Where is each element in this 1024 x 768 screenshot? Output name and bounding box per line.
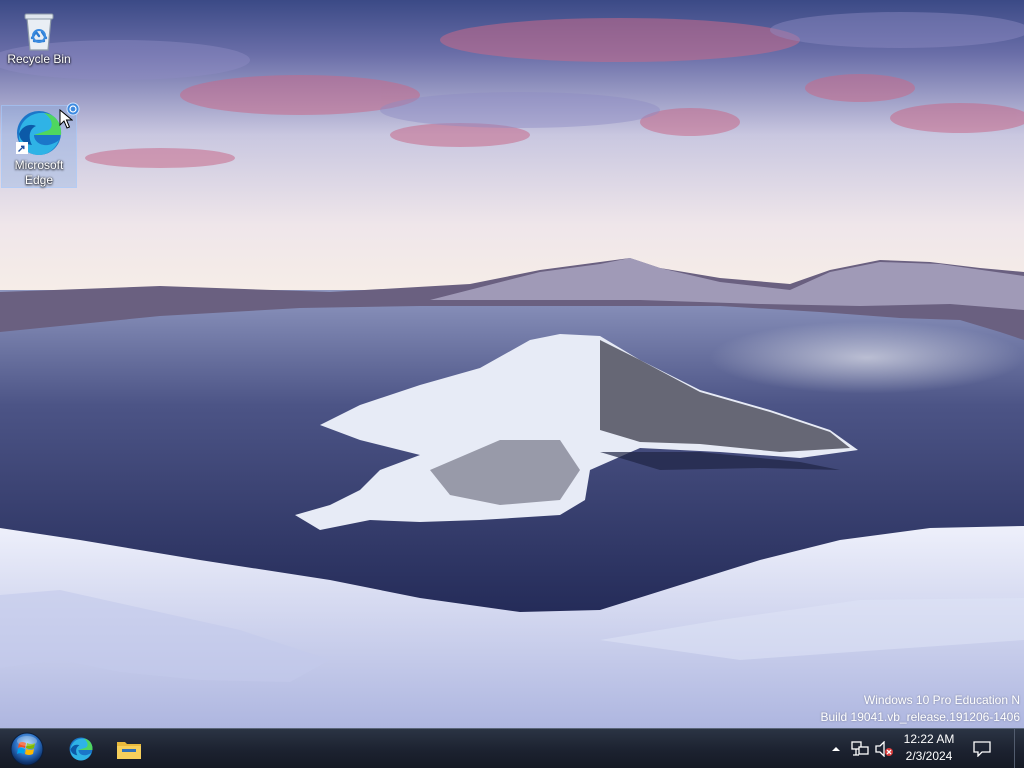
desktop-icon-label: Recycle Bin bbox=[7, 52, 71, 66]
taskbar: 12:22 AM 2/3/2024 bbox=[0, 728, 1024, 768]
show-desktop-button[interactable] bbox=[1014, 729, 1024, 768]
action-center-button[interactable] bbox=[968, 729, 996, 768]
edge-icon bbox=[16, 111, 62, 155]
network-icon bbox=[851, 740, 869, 756]
volume-muted-icon bbox=[875, 740, 893, 757]
desktop-wallpaper bbox=[0, 0, 1024, 728]
clock-date: 2/3/2024 bbox=[905, 749, 953, 763]
taskbar-file-explorer-button[interactable] bbox=[106, 729, 152, 768]
taskbar-edge-button[interactable] bbox=[58, 729, 104, 768]
taskbar-clock[interactable]: 12:22 AM 2/3/2024 bbox=[896, 731, 962, 765]
edition-text: Windows 10 Pro Education N bbox=[863, 693, 1020, 707]
windows-start-orb-icon bbox=[10, 732, 44, 765]
clock-time: 12:22 AM bbox=[903, 732, 955, 746]
volume-tray-button[interactable] bbox=[873, 729, 895, 768]
mouse-pointer-icon bbox=[59, 109, 73, 129]
action-center-icon bbox=[973, 740, 991, 757]
recycle-bin-icon bbox=[24, 13, 54, 51]
windows-version-watermark: Windows 10 Pro Education N Build 19041.v… bbox=[821, 692, 1021, 726]
network-tray-button[interactable] bbox=[849, 729, 871, 768]
file-explorer-icon bbox=[117, 741, 141, 759]
desktop-icon-label: Microsoft Edge bbox=[14, 158, 64, 187]
start-button[interactable] bbox=[4, 729, 50, 768]
show-hidden-icons-chevron-icon bbox=[832, 746, 840, 751]
show-hidden-icons-button[interactable] bbox=[828, 729, 844, 768]
edge-icon bbox=[69, 737, 93, 760]
desktop-icon-recycle-bin[interactable]: Recycle Bin bbox=[2, 8, 76, 74]
build-text: Build 19041.vb_release.191206-1406 bbox=[820, 710, 1021, 724]
